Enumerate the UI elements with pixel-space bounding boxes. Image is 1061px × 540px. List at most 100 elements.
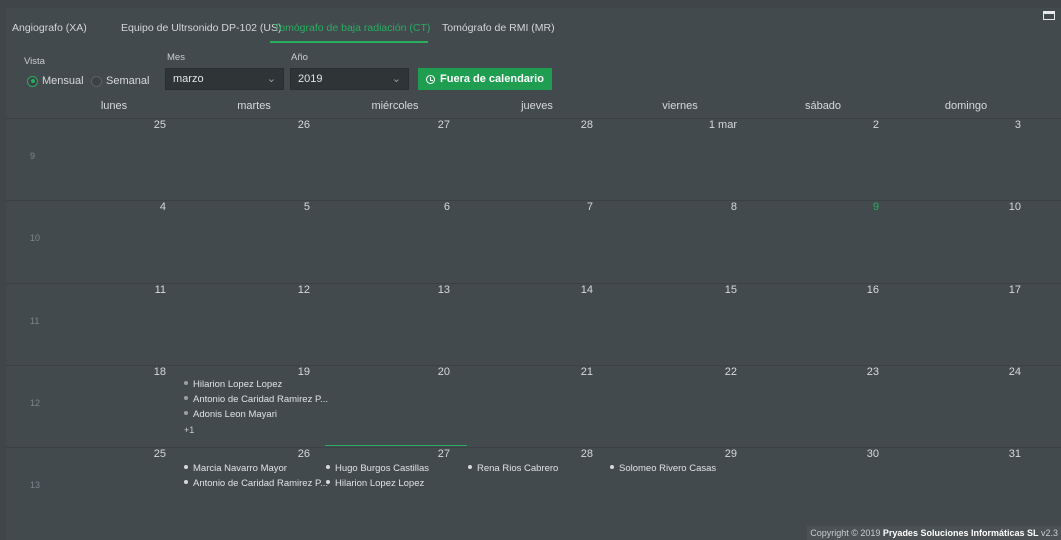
radio-semanal[interactable]: Semanal [91,75,149,87]
event-label: Adonis Leon Mayari [193,409,277,420]
day-number: 27 [437,448,450,460]
event-item[interactable]: Rena Rios Cabrero [468,463,558,474]
chevron-down-icon: ⌄ [391,73,401,85]
weekday-header: martes [237,100,271,112]
radio-mensual-icon [27,75,38,87]
event-item[interactable]: Solomeo Rivero Casas [610,463,716,474]
day-number: 2 [872,119,879,131]
fuera-de-calendario-button[interactable]: Fuera de calendario [418,68,552,90]
event-label: Marcia Navarro Mayor [193,463,287,474]
bullet-icon [610,465,614,470]
day-number: 30 [866,448,879,460]
day-number: 31 [1008,448,1021,460]
event-label: Solomeo Rivero Casas [619,463,717,474]
tab-tomografo-mr[interactable]: Tomógrafo de RMI (MR) [442,22,555,34]
copyright-footer: Copyright © 2019 Pryades Soluciones Info… [807,526,1061,540]
anio-label: Año [291,52,308,63]
weekday-header: miércoles [371,100,419,112]
day-number: 4 [159,201,166,213]
day-number: 23 [866,366,879,378]
week-number: 9 [30,151,36,161]
weekday-header: sábado [804,100,842,112]
day-number: 8 [730,201,737,213]
radio-semanal-icon [91,75,102,87]
event-label: Hilarion Lopez Lopez [335,478,425,489]
mes-select[interactable]: marzo ⌄ [165,68,284,90]
version-label: v2.3 [1038,528,1058,538]
event-item[interactable]: Marcia Navarro Mayor [184,463,287,474]
day-number: 5 [303,201,310,213]
bullet-icon [184,396,188,401]
day-number: 22 [724,366,737,378]
day-number: 16 [866,284,879,296]
bullet-icon [184,480,188,485]
bullet-icon [326,465,330,470]
day-number: 26 [297,448,310,460]
week-number: 13 [30,480,41,490]
day-number: 6 [443,201,450,213]
event-item[interactable]: Antonio de Caridad Ramirez P... [184,394,328,405]
day-number: 14 [580,284,593,296]
day-number: 15 [724,284,737,296]
day-number: 20 [437,366,450,378]
week-number: 11 [30,316,40,326]
day-number: 26 [297,119,310,131]
day-number: 29 [724,448,737,460]
current-day-indicator [325,445,467,446]
chevron-down-icon: ⌄ [266,73,276,85]
day-number: 19 [297,366,310,378]
day-number: 24 [1008,366,1021,378]
bullet-icon [468,465,472,470]
day-number: 1 mar [708,119,737,131]
mes-select-value: marzo [173,73,204,85]
day-number: 28 [580,448,593,460]
tab-angiografo[interactable]: Angiografo (XA) [12,22,87,34]
day-number: 7 [586,201,593,213]
day-number: 12 [297,284,310,296]
radio-mensual-label: Mensual [42,75,84,87]
equipment-tabs: Angiografo (XA) Equipo de Ultrsonido DP-… [6,8,1061,43]
day-number: 3 [1014,119,1021,131]
more-events-link[interactable]: +1 [184,425,194,435]
event-item[interactable]: Hugo Burgos Castillas [326,463,429,474]
fuera-de-calendario-label: Fuera de calendario [440,73,544,85]
event-item[interactable]: Hilarion Lopez Lopez [326,478,424,489]
tab-tomografo-ct[interactable]: Tomógrafo de baja radiación (CT) [274,22,430,34]
event-label: Antonio de Caridad Ramirez P... [193,478,329,489]
clock-icon [426,74,436,84]
event-label: Hilarion Lopez Lopez [193,379,283,390]
radio-mensual[interactable]: Mensual [27,75,84,87]
weekday-header: domingo [944,100,988,112]
day-number: 17 [1008,284,1021,296]
copyright-prefix: Copyright © 2019 [810,528,883,538]
event-label: Hugo Burgos Castillas [335,463,429,474]
vista-label: Vista [24,56,45,67]
weekday-header: viernes [662,100,698,112]
anio-select[interactable]: 2019 ⌄ [290,68,409,90]
day-number: 25 [153,119,166,131]
day-number: 11 [154,284,166,296]
weekday-header: lunes [100,100,128,112]
weekday-header: jueves [521,100,553,112]
week-number: 12 [30,398,41,408]
event-label: Rena Rios Cabrero [477,463,559,474]
event-label: Antonio de Caridad Ramirez P... [193,394,329,405]
mes-label: Mes [167,52,185,63]
bullet-icon [184,465,188,470]
day-number: 13 [437,284,450,296]
radio-semanal-label: Semanal [106,75,150,87]
tab-ultrasonido[interactable]: Equipo de Ultrsonido DP-102 (US) [121,22,282,34]
bullet-icon [184,381,188,386]
day-number: 9 [872,201,879,213]
maximize-icon[interactable] [1043,11,1055,20]
event-item[interactable]: Hilarion Lopez Lopez [184,379,282,390]
anio-select-value: 2019 [298,73,323,85]
bullet-icon [184,411,188,416]
event-item[interactable]: Adonis Leon Mayari [184,409,277,420]
bullet-icon [326,480,330,485]
active-tab-indicator [270,41,428,43]
event-item[interactable]: Antonio de Caridad Ramirez P... [184,478,328,489]
day-number: 25 [153,448,166,460]
company-link[interactable]: Pryades Soluciones Informáticas SL [883,528,1039,538]
day-number: 28 [580,119,593,131]
